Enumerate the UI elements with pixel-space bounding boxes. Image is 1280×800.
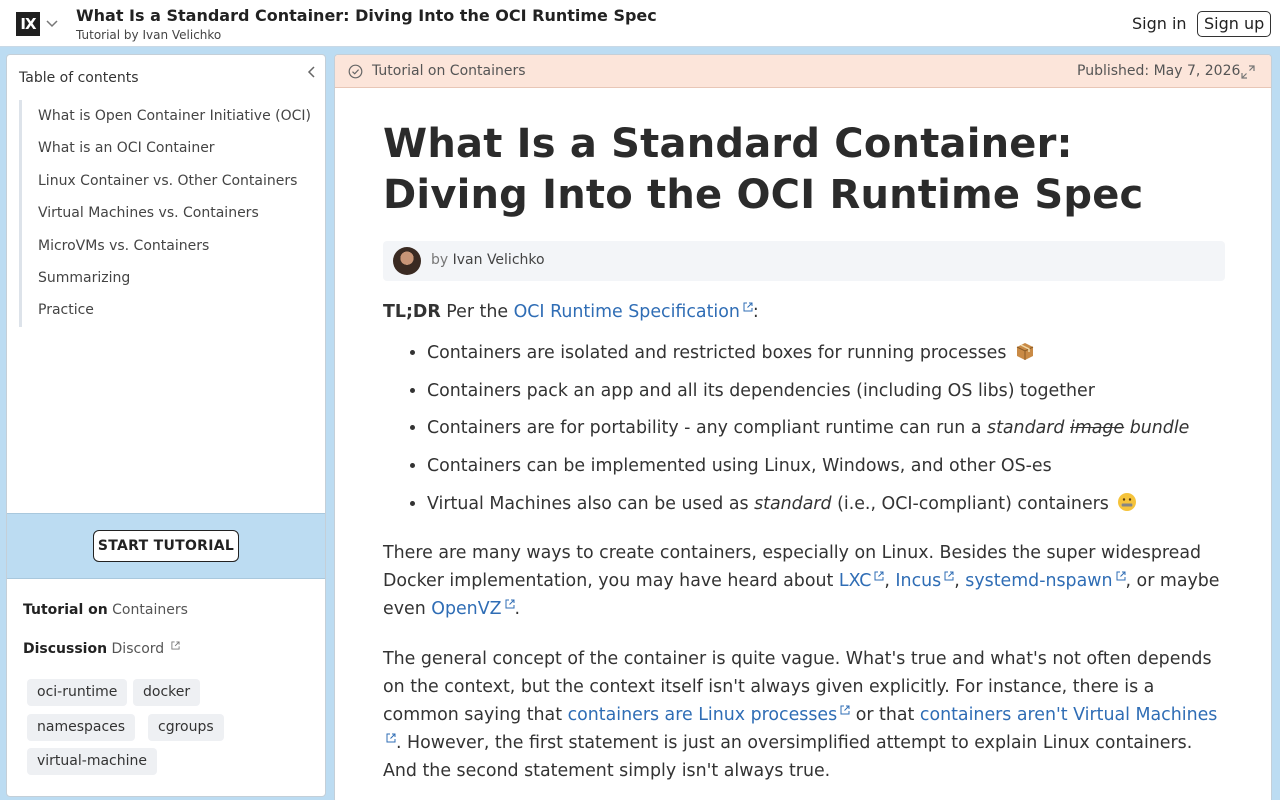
bullet-text: Containers are isolated and restricted b… (427, 343, 1007, 363)
tag-chip[interactable]: oci-runtime (27, 679, 128, 706)
tldr-text: Per the (446, 302, 509, 322)
paragraph-text: . However, the first statement is just a… (383, 732, 1193, 781)
bullet-text: Containers can be implemented using Linu… (427, 456, 1052, 477)
discussion-label: Discussion (23, 641, 108, 657)
paragraph-text: or that (855, 704, 915, 725)
check-circle-icon (348, 64, 363, 79)
systemd-nspawn-link[interactable]: systemd-nspawn (965, 571, 1125, 591)
sidebar: Table of contents What is Open Container… (6, 54, 326, 797)
banner-label: Tutorial on Containers (372, 63, 526, 79)
byline-text: by Ivan Velichko (431, 252, 545, 268)
article-title: What Is a Standard Container: Diving Int… (383, 121, 1144, 218)
link-text: containers aren't Virtual Machines (919, 704, 1218, 725)
bullet-emphasis: bundle (1129, 418, 1190, 439)
paragraph-text: . (514, 598, 521, 619)
link-text: containers are Linux processes (567, 704, 838, 725)
oci-spec-link[interactable]: OCI Runtime Specification (514, 302, 753, 322)
toc-item[interactable]: Virtual Machines vs. Containers (22, 197, 315, 229)
top-header: IX What Is a Standard Container: Diving … (0, 0, 1280, 47)
external-link-icon (171, 641, 180, 650)
tutorial-on-link[interactable]: Containers (112, 602, 188, 618)
iximiuz-logo[interactable]: IX (16, 12, 40, 36)
tag-chip[interactable]: cgroups (148, 714, 224, 741)
toc-item[interactable]: Linux Container vs. Other Containers (22, 165, 315, 197)
list-item: Containers can be implemented using Linu… (427, 448, 1225, 486)
sign-in-link[interactable]: Sign in (1125, 12, 1194, 36)
package-icon (1016, 343, 1034, 360)
article: What Is a Standard Container: Diving Int… (383, 119, 1225, 785)
external-link-icon (1116, 571, 1125, 581)
sign-up-button[interactable]: Sign up (1197, 11, 1272, 37)
toc-item[interactable]: Summarizing (22, 262, 315, 294)
toc-title: Table of contents (19, 70, 139, 86)
lxc-link[interactable]: LXC (839, 571, 884, 591)
containers-are-processes-link[interactable]: containers are Linux processes (568, 705, 851, 725)
header-title: What Is a Standard Container: Diving Int… (76, 6, 657, 25)
lxc-link-text: LXC (838, 570, 872, 591)
external-link-icon (743, 302, 753, 312)
oci-spec-link-text: OCI Runtime Specification (513, 302, 740, 322)
incus-link-text: Incus (895, 570, 942, 591)
paragraph: There are many ways to create containers… (383, 542, 1220, 619)
bullet-strikethrough: image (1070, 418, 1125, 439)
header-subtitle: Tutorial by Ivan Velichko (76, 28, 222, 42)
tldr-colon: : (752, 302, 759, 322)
chevron-down-icon[interactable] (46, 15, 58, 31)
published-date: Published: May 7, 2026 (1077, 63, 1241, 79)
bullet-text: Containers are for portability - any com… (427, 418, 982, 439)
toc-item[interactable]: What is Open Container Initiative (OCI) (22, 100, 315, 132)
bullet-text: Containers pack an app and all its depen… (427, 380, 1095, 401)
author-byline: by Ivan Velichko (383, 241, 1225, 281)
incus-link[interactable]: Incus (895, 571, 954, 591)
tag-chip[interactable]: namespaces (27, 714, 136, 741)
list-item: Virtual Machines also can be used as sta… (427, 486, 1225, 524)
start-tutorial-button[interactable]: START TUTORIAL (93, 530, 239, 562)
bullet-text: Virtual Machines also can be used as (427, 493, 749, 514)
list-item: Containers are isolated and restricted b… (427, 335, 1225, 373)
openvz-link[interactable]: OpenVZ (431, 598, 515, 619)
start-tutorial-zone: START TUTORIAL (7, 513, 325, 579)
list-item: Containers are for portability - any com… (427, 410, 1225, 448)
openvz-link-text: OpenVZ (431, 598, 502, 619)
author-name[interactable]: Ivan Velichko (453, 252, 545, 268)
bullet-emphasis: standard (987, 418, 1065, 439)
external-link-icon (874, 571, 884, 581)
external-link-icon (505, 599, 515, 609)
by-label: by (431, 252, 449, 268)
toc-item[interactable]: MicroVMs vs. Containers (22, 230, 315, 262)
bullet-emphasis: standard (754, 493, 832, 514)
toc-list: What is Open Container Initiative (OCI) … (19, 100, 315, 327)
tutorial-banner: Tutorial on Containers Published: May 7,… (335, 55, 1271, 88)
nspawn-link-text: systemd-nspawn (965, 570, 1113, 591)
bullet-text: (i.e., OCI-compliant) containers (837, 493, 1109, 514)
tldr-bullets: Containers are isolated and restricted b… (383, 335, 1225, 524)
discussion-row: Discussion Discord (23, 641, 180, 657)
tldr-paragraph: TL;DR Per the OCI Runtime Specification: (383, 298, 1225, 326)
tutorial-on-row: Tutorial on Containers (23, 602, 188, 618)
chevron-left-icon[interactable] (305, 65, 319, 79)
expand-icon[interactable] (1241, 65, 1255, 79)
author-avatar[interactable] (393, 247, 421, 275)
main-content: Tutorial on Containers Published: May 7,… (334, 54, 1272, 800)
tag-chip[interactable]: virtual-machine (27, 748, 157, 775)
zipper-mouth-face-icon (1118, 492, 1137, 511)
external-link-icon (840, 705, 850, 715)
paragraph: The general concept of the container is … (383, 645, 1225, 785)
tutorial-on-label: Tutorial on (23, 602, 108, 618)
discussion-link[interactable]: Discord (112, 641, 165, 657)
toc-item[interactable]: Practice (22, 294, 315, 326)
tag-chip[interactable]: docker (133, 679, 201, 706)
toc-item[interactable]: What is an OCI Container (22, 132, 315, 164)
list-item: Containers pack an app and all its depen… (427, 373, 1225, 411)
external-link-icon (944, 571, 954, 581)
external-link-icon (386, 733, 396, 743)
tldr-label: TL;DR (383, 302, 441, 322)
